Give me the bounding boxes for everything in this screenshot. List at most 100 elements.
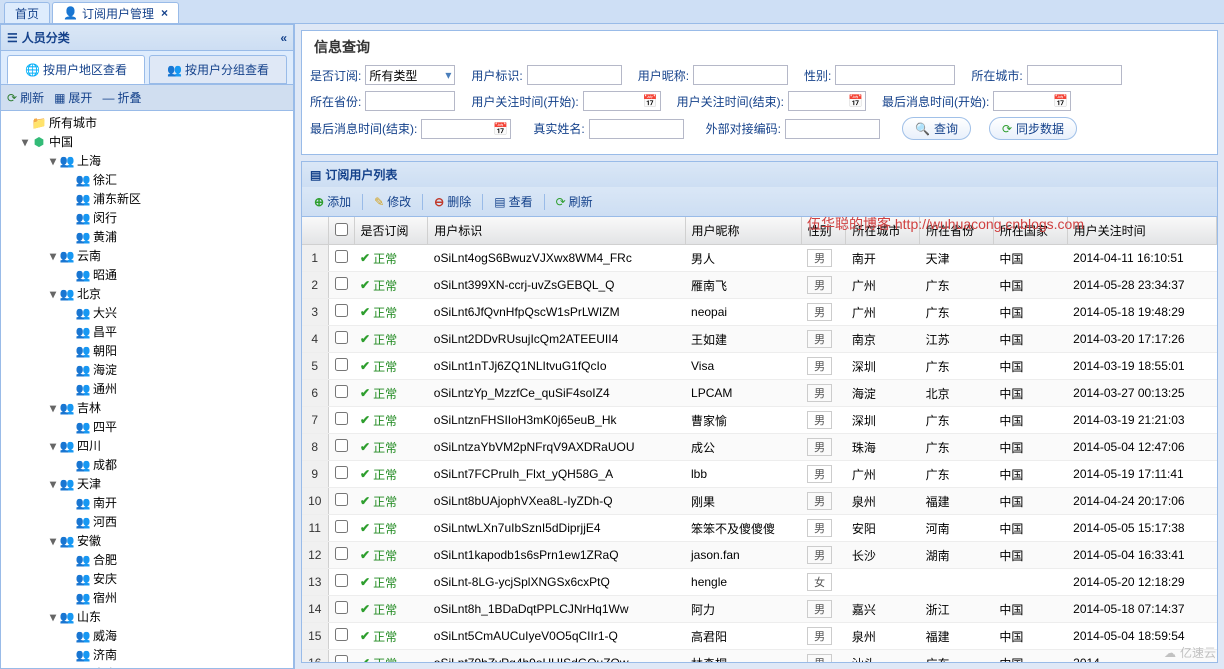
table-row[interactable]: 7✔正常oSiLntznFHSIIoH3mK0j65euB_Hk曹家愉男深圳广东… (302, 407, 1217, 434)
tree-node-city[interactable]: 👥安庆 (1, 569, 293, 588)
tree-node-city[interactable]: 👥合肥 (1, 550, 293, 569)
row-number: 13 (302, 569, 328, 596)
cell-gender: 男 (801, 623, 846, 650)
grid-refresh-button[interactable]: ⟳刷新 (550, 191, 599, 212)
tree-node-city[interactable]: 👥浦东新区 (1, 189, 293, 208)
tree-node-province[interactable]: ▾👥云南 (1, 246, 293, 265)
table-row[interactable]: 15✔正常oSiLnt5CmAUCuIyeV0O5qCIIr1-Q高君阳男泉州福… (302, 623, 1217, 650)
edit-button[interactable]: ✎修改 (368, 191, 417, 212)
row-checkbox[interactable] (328, 569, 354, 596)
view-by-group-tab[interactable]: 👥按用户分组查看 (149, 55, 287, 84)
sync-button[interactable]: ⟳同步数据 (989, 117, 1077, 140)
tree-node-city[interactable]: 👥四平 (1, 417, 293, 436)
table-row[interactable]: 9✔正常oSiLnt7FCPruIh_Flxt_yQH58G_Albb男广州广东… (302, 461, 1217, 488)
cell-city: 南京 (846, 326, 920, 353)
row-checkbox[interactable] (328, 380, 354, 407)
tree-node-city[interactable]: 👥黄浦 (1, 227, 293, 246)
grid-column-header[interactable]: 用户昵称 (685, 217, 801, 245)
table-row[interactable]: 1✔正常oSiLnt4ogS6BwuzVJXwx8WM4_FRc男人男南开天津中… (302, 245, 1217, 272)
refresh-button[interactable]: ⟳刷新 (7, 89, 44, 106)
input-follow-start[interactable]: 📅 (583, 91, 661, 111)
delete-button[interactable]: ⊖删除 (428, 191, 477, 212)
tree-node-province[interactable]: ▾👥山东 (1, 607, 293, 626)
collapse-left-icon[interactable]: « (280, 31, 287, 45)
input-city[interactable] (1027, 65, 1122, 85)
row-checkbox[interactable] (328, 650, 354, 663)
grid-column-header[interactable]: 用户关注时间 (1067, 217, 1216, 245)
input-nickname[interactable] (693, 65, 788, 85)
collapse-button[interactable]: —折叠 (102, 89, 141, 106)
add-button[interactable]: ⊕添加 (308, 191, 357, 212)
tree-node-city[interactable]: 👥南开 (1, 493, 293, 512)
row-checkbox[interactable] (328, 299, 354, 326)
input-follow-end[interactable]: 📅 (788, 91, 866, 111)
tree-node-province[interactable]: ▾👥吉林 (1, 398, 293, 417)
tree-node-city[interactable]: 👥济南 (1, 645, 293, 664)
tree-node-country[interactable]: ▾⬢中国 (1, 132, 293, 151)
row-checkbox[interactable] (328, 407, 354, 434)
table-row[interactable]: 14✔正常oSiLnt8h_1BDaDqtPPLCJNrHq1Ww阿力男嘉兴浙江… (302, 596, 1217, 623)
input-lastmsg-start[interactable]: 📅 (993, 91, 1071, 111)
grid-column-header[interactable]: 用户标识 (428, 217, 685, 245)
tree-node-city[interactable]: 👥宿州 (1, 588, 293, 607)
row-checkbox[interactable] (328, 596, 354, 623)
tree[interactable]: 📁所有城市▾⬢中国▾👥上海👥徐汇👥浦东新区👥闵行👥黄浦▾👥云南👥昭通▾👥北京👥大… (0, 111, 294, 669)
tree-node-province[interactable]: ▾👥四川 (1, 436, 293, 455)
table-row[interactable]: 10✔正常oSiLnt8bUAjophVXea8L-IyZDh-Q刚果男泉州福建… (302, 488, 1217, 515)
row-checkbox[interactable] (328, 542, 354, 569)
tree-node-city[interactable]: 👥海淀 (1, 360, 293, 379)
group-icon: ⬢ (31, 134, 47, 149)
tree-node-city[interactable]: 👥昌平 (1, 322, 293, 341)
tree-node-city[interactable]: 👥成都 (1, 455, 293, 474)
tree-node-city[interactable]: 👥青岛 (1, 664, 293, 669)
tree-node-city[interactable]: 👥朝阳 (1, 341, 293, 360)
tree-node-city[interactable]: 👥威海 (1, 626, 293, 645)
view-by-region-tab[interactable]: 🌐按用户地区查看 (7, 55, 145, 84)
input-realname[interactable] (589, 119, 684, 139)
input-extcode[interactable] (785, 119, 880, 139)
tab-home[interactable]: 首页 (4, 2, 50, 23)
table-row[interactable]: 12✔正常oSiLnt1kapodb1s6sPrn1ew1ZRaQjason.f… (302, 542, 1217, 569)
tree-node-province[interactable]: ▾👥天津 (1, 474, 293, 493)
tree-node-root[interactable]: 📁所有城市 (1, 113, 293, 132)
input-userid[interactable] (527, 65, 622, 85)
row-checkbox[interactable] (328, 488, 354, 515)
table-row[interactable]: 8✔正常oSiLntzaYbVM2pNFrqV9AXDRaUOU成公男珠海广东中… (302, 434, 1217, 461)
row-checkbox[interactable] (328, 434, 354, 461)
tab-subscribers[interactable]: 👤 订阅用户管理 × (52, 2, 179, 23)
input-gender[interactable] (835, 65, 955, 85)
row-checkbox[interactable] (328, 326, 354, 353)
table-row[interactable]: 13✔正常oSiLnt-8LG-ycjSplXNGSx6cxPtQhengle女… (302, 569, 1217, 596)
tree-node-city[interactable]: 👥闵行 (1, 208, 293, 227)
query-button[interactable]: 🔍查询 (902, 117, 971, 140)
row-checkbox[interactable] (328, 245, 354, 272)
tree-node-city[interactable]: 👥大兴 (1, 303, 293, 322)
tree-node-province[interactable]: ▾👥安徽 (1, 531, 293, 550)
tree-node-city[interactable]: 👥河西 (1, 512, 293, 531)
table-row[interactable]: 6✔正常oSiLntzYp_MzzfCe_quSiF4soIZ4LPCAM男海淀… (302, 380, 1217, 407)
tree-node-city[interactable]: 👥通州 (1, 379, 293, 398)
input-lastmsg-end[interactable]: 📅 (421, 119, 511, 139)
tree-node-province[interactable]: ▾👥上海 (1, 151, 293, 170)
table-row[interactable]: 4✔正常oSiLnt2DDvRUsujIcQm2ATEEUII4王如建男南京江苏… (302, 326, 1217, 353)
col-checkbox[interactable] (328, 217, 354, 245)
table-row[interactable]: 16✔正常oSiLnt79hZyPq4h9oHUISdGOuZOw林森桐男汕头广… (302, 650, 1217, 663)
table-row[interactable]: 2✔正常oSiLnt399XN-ccrj-uvZsGEBQL_Q雁南飞男广州广东… (302, 272, 1217, 299)
table-row[interactable]: 11✔正常oSiLntwLXn7uIbSznI5dDiprjjE4笨笨不及傻傻傻… (302, 515, 1217, 542)
row-checkbox[interactable] (328, 623, 354, 650)
tree-node-province[interactable]: ▾👥北京 (1, 284, 293, 303)
row-checkbox[interactable] (328, 515, 354, 542)
table-row[interactable]: 5✔正常oSiLnt1nTJj6ZQ1NLItvuG1fQcIoVisa男深圳广… (302, 353, 1217, 380)
select-subscribed[interactable]: 所有类型▾ (365, 65, 455, 85)
tree-node-city[interactable]: 👥徐汇 (1, 170, 293, 189)
row-checkbox[interactable] (328, 353, 354, 380)
input-province[interactable] (365, 91, 455, 111)
close-icon[interactable]: × (161, 6, 168, 20)
view-button[interactable]: ▤查看 (488, 191, 538, 212)
table-row[interactable]: 3✔正常oSiLnt6JfQvnHfpQscW1sPrLWIZMneopai男广… (302, 299, 1217, 326)
tree-node-city[interactable]: 👥昭通 (1, 265, 293, 284)
grid-column-header[interactable]: 是否订阅 (354, 217, 428, 245)
expand-button[interactable]: ▦展开 (54, 89, 92, 106)
row-checkbox[interactable] (328, 461, 354, 488)
row-checkbox[interactable] (328, 272, 354, 299)
